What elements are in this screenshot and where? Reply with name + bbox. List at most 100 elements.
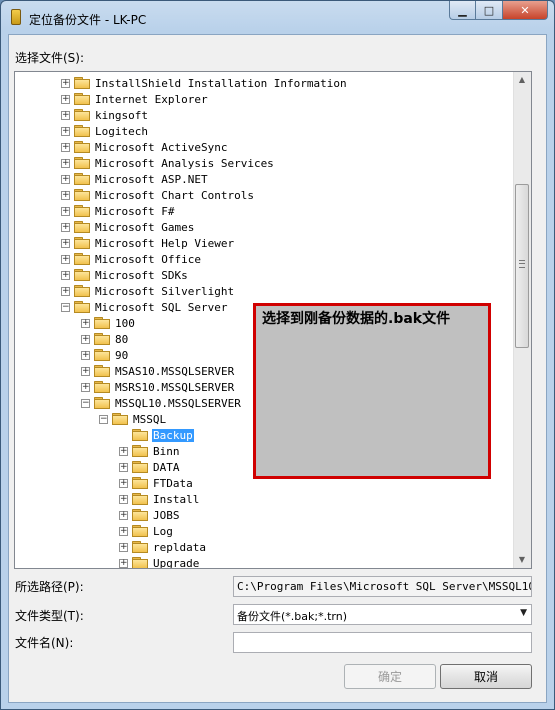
tree-node[interactable]: + FTData	[119, 475, 194, 491]
tree-node[interactable]: Backup	[119, 427, 194, 443]
scroll-up-icon[interactable]: ▲	[517, 75, 527, 85]
tree-node-label: Microsoft F#	[95, 204, 175, 218]
folder-icon	[74, 189, 90, 201]
tree-node[interactable]: + kingsoft	[61, 107, 149, 123]
expand-icon[interactable]: +	[119, 542, 128, 552]
expand-icon[interactable]: +	[61, 286, 70, 296]
tree-node-label: Microsoft SDKs	[95, 268, 188, 282]
tree-node-label: 90	[115, 348, 129, 362]
tree-node[interactable]: + Microsoft ASP.NET	[61, 171, 209, 187]
file-type-dropdown[interactable]: 备份文件(*.bak;*.trn) ▼	[233, 604, 532, 625]
scrollbar-thumb[interactable]	[515, 184, 529, 348]
minimize-button[interactable]: ▁	[449, 1, 476, 20]
expand-icon[interactable]: +	[61, 190, 70, 200]
tree-node[interactable]: + Microsoft Silverlight	[61, 283, 235, 299]
tree-node[interactable]: + repldata	[119, 539, 207, 555]
selected-path-field[interactable]: C:\Program Files\Microsoft SQL Server\MS…	[233, 576, 532, 597]
vertical-scrollbar[interactable]: ▲ ▼	[513, 72, 531, 568]
tree-node-label: Binn	[153, 444, 180, 458]
expand-icon[interactable]: +	[119, 478, 128, 488]
tree-node[interactable]: + DATA	[119, 459, 181, 475]
tree-node[interactable]: + Microsoft Games	[61, 219, 195, 235]
tree-node-label: Microsoft Analysis Services	[95, 156, 274, 170]
expand-icon[interactable]: +	[119, 494, 128, 504]
tree-node[interactable]: + Upgrade	[119, 555, 200, 568]
tree-node[interactable]: + MSAS10.MSSQLSERVER	[81, 363, 235, 379]
expand-icon[interactable]: +	[61, 174, 70, 184]
annotation-text: 选择到刚备份数据的.bak文件	[262, 311, 451, 327]
expand-icon[interactable]: +	[81, 350, 90, 360]
expand-icon[interactable]: +	[81, 382, 90, 392]
scroll-down-icon[interactable]: ▼	[517, 555, 527, 565]
tree-node[interactable]: + Log	[119, 523, 174, 539]
maximize-button[interactable]: □	[476, 1, 503, 20]
expand-icon[interactable]: +	[61, 78, 70, 88]
expand-icon[interactable]: +	[61, 126, 70, 136]
chevron-down-icon[interactable]: ▼	[520, 608, 527, 618]
tree-node[interactable]: + Binn	[119, 443, 181, 459]
expand-icon[interactable]: +	[81, 366, 90, 376]
tree-node[interactable]: + Microsoft Office	[61, 251, 202, 267]
tree-node[interactable]: + MSRS10.MSSQLSERVER	[81, 379, 235, 395]
file-name-input[interactable]	[233, 632, 532, 653]
expand-icon[interactable]: +	[61, 238, 70, 248]
tree-node[interactable]: +100	[81, 315, 136, 331]
tree-node[interactable]: − Microsoft SQL Server	[61, 299, 228, 315]
expand-icon[interactable]: +	[61, 270, 70, 280]
expand-icon[interactable]: +	[119, 526, 128, 536]
tree-node[interactable]: + Internet Explorer	[61, 91, 209, 107]
tree-node[interactable]: +80	[81, 331, 129, 347]
folder-icon	[74, 205, 90, 217]
folder-icon	[132, 509, 148, 521]
folder-icon	[94, 317, 110, 329]
tree-node-label: JOBS	[153, 508, 180, 522]
dialog-client-area: 选择文件(S): + InstallShield Installation Inf…	[8, 34, 547, 703]
expand-icon[interactable]: +	[61, 110, 70, 120]
tree-node[interactable]: + Microsoft SDKs	[61, 267, 189, 283]
ok-button[interactable]: 确定	[344, 664, 436, 689]
expand-icon[interactable]: +	[119, 462, 128, 472]
expand-icon[interactable]: +	[61, 142, 70, 152]
tree-node[interactable]: + Logitech	[61, 123, 149, 139]
tree-node[interactable]: + Microsoft Analysis Services	[61, 155, 275, 171]
tree-node[interactable]: + Microsoft ActiveSync	[61, 139, 228, 155]
expand-icon[interactable]: +	[119, 446, 128, 456]
tree-node[interactable]: + Microsoft F#	[61, 203, 175, 219]
folder-icon	[74, 237, 90, 249]
tree-node[interactable]: +90	[81, 347, 129, 363]
close-button[interactable]: ✕	[503, 1, 548, 20]
tree-node[interactable]: + InstallShield Installation Information	[61, 75, 348, 91]
folder-icon	[74, 269, 90, 281]
expand-icon[interactable]: +	[81, 334, 90, 344]
maximize-icon: □	[483, 3, 495, 17]
expand-icon[interactable]: +	[61, 158, 70, 168]
tree-node-label: Logitech	[95, 124, 148, 138]
expand-icon[interactable]: +	[61, 222, 70, 232]
expand-icon[interactable]: +	[61, 94, 70, 104]
tree-node[interactable]: + Microsoft Help Viewer	[61, 235, 235, 251]
collapse-icon[interactable]: −	[81, 398, 90, 408]
collapse-icon[interactable]: −	[99, 414, 108, 424]
folder-icon	[132, 429, 148, 441]
tree-node[interactable]: − MSSQL	[99, 411, 167, 427]
expand-icon[interactable]: +	[81, 318, 90, 328]
tree-node[interactable]: − MSSQL10.MSSQLSERVER	[81, 395, 242, 411]
window-title: 定位备份文件 - LK-PC	[29, 13, 147, 27]
tree-node[interactable]: + Install	[119, 491, 200, 507]
folder-icon	[74, 109, 90, 121]
title-bar[interactable]: 定位备份文件 - LK-PC ▁ □ ✕	[1, 1, 554, 35]
tree-node[interactable]: + JOBS	[119, 507, 181, 523]
tree-node-label: Internet Explorer	[95, 92, 208, 106]
cancel-button[interactable]: 取消	[440, 664, 532, 689]
file-type-value: 备份文件(*.bak;*.trn)	[237, 610, 347, 623]
expand-icon[interactable]: +	[61, 254, 70, 264]
expand-icon[interactable]: +	[119, 510, 128, 520]
collapse-icon[interactable]: −	[61, 302, 70, 312]
expand-icon[interactable]: +	[61, 206, 70, 216]
folder-icon	[74, 285, 90, 297]
caption-buttons: ▁ □ ✕	[449, 1, 548, 21]
tree-node-label: MSSQL	[133, 412, 167, 426]
minimize-icon: ▁	[458, 3, 467, 17]
expand-icon[interactable]: +	[119, 558, 128, 568]
tree-node[interactable]: + Microsoft Chart Controls	[61, 187, 255, 203]
